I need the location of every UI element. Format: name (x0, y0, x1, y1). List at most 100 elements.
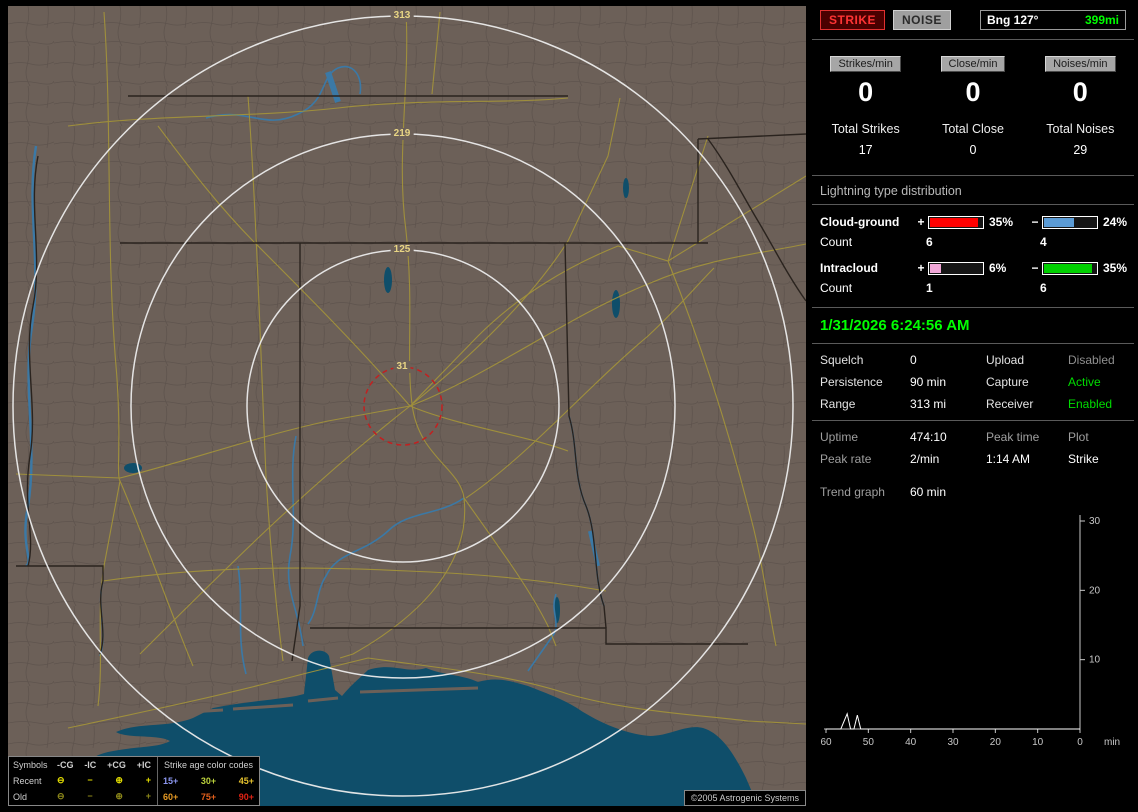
range-value: 313 mi (910, 397, 947, 411)
total-strikes-value: 17 (858, 143, 873, 157)
capture-status: Active (1068, 375, 1101, 389)
noise-indicator[interactable]: NOISE (893, 10, 951, 30)
receiver-label: Receiver (986, 397, 1034, 411)
peak-time-label: Peak time (986, 430, 1040, 444)
ic-positive-bar (928, 261, 984, 275)
ring-label-125: 125 (390, 244, 414, 256)
ring-label-313: 313 (390, 10, 414, 22)
trend-graph-window: 60 min (910, 485, 947, 499)
total-close-label: Total Close (942, 122, 1004, 136)
recent-pos-ic-icon: + (145, 775, 151, 785)
ic-count-label: Count (820, 281, 853, 295)
cg-positive-pct: 35% (989, 215, 1014, 229)
cg-negative-bar (1042, 215, 1098, 229)
receiver-status: Enabled (1068, 397, 1113, 411)
cg-count-label: Count (820, 235, 853, 249)
old-pos-cg-icon: ⊕ (115, 791, 123, 801)
cg-positive-bar (928, 215, 984, 229)
svg-text:20: 20 (990, 737, 1002, 748)
svg-text:min: min (1104, 737, 1120, 748)
lightning-type-distribution: Cloud-ground + 35% − 24% Count 6 4 Intra… (812, 205, 1134, 295)
legend-col-pos-ic: +IC (136, 760, 151, 770)
bearing-range-value: 399mi (1084, 13, 1119, 27)
rate-boxes: Strikes/min 0 Close/min 0 Noises/min 0 (812, 56, 1134, 108)
svg-text:10: 10 (1032, 737, 1044, 748)
svg-text:30: 30 (947, 737, 959, 748)
svg-text:10: 10 (1089, 655, 1101, 666)
datetime-display: 1/31/2026 6:24:56 AM (820, 317, 970, 334)
settings-grid: Squelch 0 Upload Disabled Persistence 90… (812, 344, 1134, 420)
strikes-per-min-button[interactable]: Strikes/min (830, 56, 901, 72)
control-panel: STRIKE NOISE Bng 127° 399mi Strikes/min … (812, 0, 1134, 812)
legend-col-neg-cg: -CG (57, 760, 74, 770)
old-neg-cg-icon: ⊖ (57, 791, 65, 801)
strike-indicator[interactable]: STRIKE (820, 10, 886, 30)
age-45: 45+ (238, 776, 254, 786)
intracloud-label: Intracloud (820, 261, 879, 275)
trend-graph: 10 20 30 60 50 40 30 20 10 0 min (820, 515, 1120, 748)
ring-label-219: 219 (390, 128, 414, 140)
uptime-value: 474:10 (910, 430, 947, 444)
upload-status: Disabled (1068, 353, 1115, 367)
svg-text:0: 0 (1077, 737, 1083, 748)
peak-rate-value: 2/min (910, 452, 940, 466)
old-neg-ic-icon: − (87, 791, 93, 801)
ic-negative-bar (1042, 261, 1098, 275)
squelch-value: 0 (910, 353, 917, 367)
total-strikes-label: Total Strikes (831, 122, 900, 136)
svg-text:30: 30 (1089, 516, 1101, 527)
lightning-map[interactable]: 313 219 125 31 Symbols Recent Old -CG -I… (8, 6, 806, 806)
distribution-title: Lightning type distribution (820, 184, 962, 198)
copyright-notice: ©2005 Astrogenic Systems (683, 790, 806, 806)
uptime-label: Uptime (820, 430, 859, 444)
bearing-display[interactable]: Bng 127° 399mi (980, 10, 1126, 30)
minus-sign: − (1031, 215, 1039, 229)
ic-negative-pct: 35% (1103, 261, 1128, 275)
legend-old-label: Old (13, 792, 28, 802)
legend-col-pos-cg: +CG (107, 760, 126, 770)
total-close-value: 0 (969, 143, 977, 157)
total-noises-value: 29 (1073, 143, 1088, 157)
persistence-label: Persistence (820, 375, 883, 389)
noises-per-min-button[interactable]: Noises/min (1045, 56, 1116, 72)
svg-text:60: 60 (820, 737, 832, 748)
age-30: 30+ (200, 776, 217, 786)
trend-graph-label: Trend graph (820, 485, 885, 499)
ring-label-31: 31 (393, 361, 411, 373)
plus-sign: + (917, 215, 925, 229)
strikes-per-min-value: 0 (858, 77, 874, 107)
trend-graph-row: Trend graph 60 min (812, 475, 1134, 499)
minus-sign: − (1031, 261, 1039, 275)
status-grid: Uptime 474:10 Peak time Plot Peak rate 2… (812, 421, 1134, 475)
legend-recent-label: Recent (13, 776, 42, 786)
total-noises-label: Total Noises (1046, 122, 1115, 136)
cloud-ground-label: Cloud-ground (820, 215, 900, 229)
old-pos-ic-icon: + (145, 791, 151, 801)
plot-label: Plot (1068, 430, 1089, 444)
close-per-min-button[interactable]: Close/min (940, 56, 1006, 72)
ic-negative-count: 6 (1040, 281, 1047, 295)
cg-negative-count: 4 (1040, 235, 1047, 249)
age-60: 60+ (163, 792, 179, 802)
peak-rate-label: Peak rate (820, 452, 872, 466)
svg-text:20: 20 (1089, 585, 1101, 596)
recent-pos-cg-icon: ⊕ (115, 775, 123, 785)
plus-sign: + (917, 261, 925, 275)
plot-value: Strike (1068, 452, 1099, 466)
totals-row: Total Strikes 17 Total Close 0 Total Noi… (812, 122, 1134, 157)
squelch-label: Squelch (820, 353, 864, 367)
legend-symbols-header: Symbols (13, 760, 48, 770)
cg-negative-pct: 24% (1103, 215, 1128, 229)
svg-text:50: 50 (863, 737, 875, 748)
legend-col-neg-ic: -IC (84, 760, 97, 770)
map-canvas (8, 6, 806, 806)
recent-neg-ic-icon: − (87, 775, 93, 785)
ic-positive-pct: 6% (989, 261, 1007, 275)
upload-label: Upload (986, 353, 1025, 367)
capture-label: Capture (986, 375, 1029, 389)
recent-neg-cg-icon: ⊖ (57, 775, 65, 785)
cg-positive-count: 6 (926, 235, 933, 249)
age-75: 75+ (200, 792, 217, 802)
legend-age-header: Strike age color codes (163, 760, 254, 770)
age-90: 90+ (238, 792, 254, 802)
